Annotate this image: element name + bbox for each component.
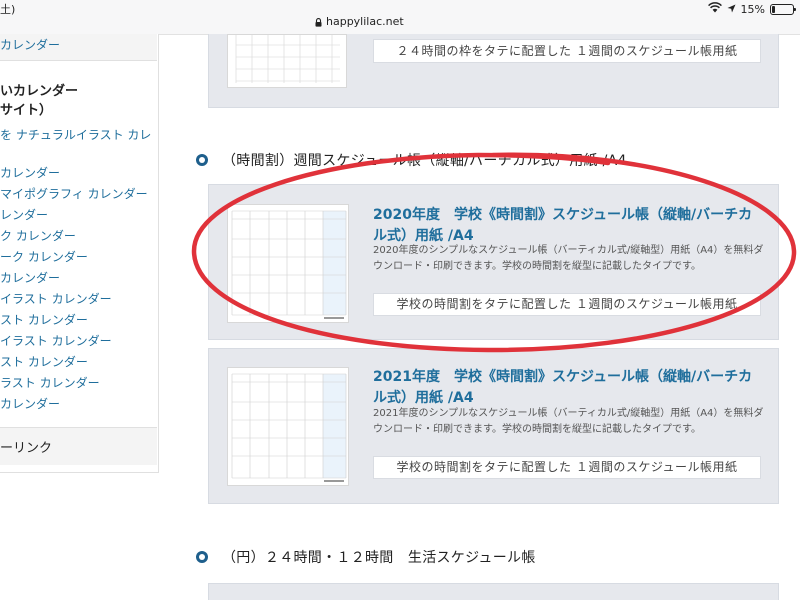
sidebar-link[interactable]: カレンダー [0,268,157,289]
top-card-button-label: ２４時間の枠をタテに配置した １週間のスケジュール帳用紙 [396,44,738,58]
status-indicators: 15% [707,2,796,16]
location-icon [727,3,736,16]
sidebar-link[interactable]: カレンダー [0,163,157,184]
card-thumbnail[interactable] [227,204,349,323]
bottom-card[interactable] [208,583,779,600]
sidebar-link[interactable]: イラスト カレンダー [0,289,157,310]
bullet-icon [196,154,208,166]
card-description: 2021年度のシンプルなスケジュール帳（バーティカル式/縦軸型）用紙（A4）を無… [373,408,764,435]
sidebar-link[interactable]: イラスト カレンダー [0,331,157,352]
sidebar-link-list: を ナチュラルイラスト カレ カレンダー マイポグラフィ カレンダー レンダー … [0,125,157,415]
top-card-thumbnail[interactable] [227,34,347,88]
sidebar-link[interactable]: スト カレンダー [0,352,157,373]
card-button[interactable]: 学校の時間割をタテに配置した １週間のスケジュール帳用紙 [373,293,761,316]
card-thumbnail[interactable] [227,367,349,486]
top-card-button[interactable]: ２４時間の枠をタテに配置した １週間のスケジュール帳用紙 [373,39,761,63]
section-title: （時間割）週間スケジュール帳（縦軸/バーチカル式）用紙 /A4 [222,153,627,169]
sidebar-link[interactable]: ラスト カレンダー [0,373,157,394]
sidebar-link[interactable]: レンダー [0,205,157,226]
status-bar: 土) happylilac.net 15% [0,0,800,35]
card-button[interactable]: 学校の時間割をタテに配置した １週間のスケジュール帳用紙 [373,456,761,479]
sidebar-link[interactable]: マイポグラフィ カレンダー [0,184,157,205]
schedule-card-2020[interactable]: 2020年度 学校《時間割》スケジュール帳（縦軸/バーチカル式）用紙 /A4 2… [208,184,779,340]
sidebar-bottom-label: ーリンク [0,441,53,456]
sidebar-link[interactable]: スト カレンダー [0,310,157,331]
sidebar-bottom-section: ーリンク [0,427,157,465]
sidebar-heading: いカレンダー サイト） [0,84,79,118]
sidebar-link[interactable]: を ナチュラルイラスト カレ [0,125,157,146]
url-text: happylilac.net [326,15,404,28]
sidebar-link[interactable]: ク カレンダー [0,226,157,247]
section-circle-schedule: （円）２４時間・１２時間 生活スケジュール帳 [196,547,536,567]
battery-icon [770,3,796,15]
card-button-label: 学校の時間割をタテに配置した １週間のスケジュール帳用紙 [396,297,738,311]
section-vertical-schedule: （時間割）週間スケジュール帳（縦軸/バーチカル式）用紙 /A4 [196,150,627,170]
card-title-link[interactable]: 2021年度 学校《時間割》スケジュール帳（縦軸/バーチカル式）用紙 /A4 [373,367,765,409]
card-button-label: 学校の時間割をタテに配置した １週間のスケジュール帳用紙 [396,460,738,474]
card-description: 2020年度のシンプルなスケジュール帳（バーティカル式/縦軸型）用紙（A4）を無… [373,245,764,272]
top-card[interactable]: ２４時間の枠をタテに配置した １週間のスケジュール帳用紙 [208,34,779,108]
battery-fill [772,5,775,13]
sidebar-top-item[interactable]: カレンダー [0,34,157,61]
sidebar-link[interactable]: カレンダー [0,394,157,415]
status-time: 土) [0,3,16,16]
battery-percent: 15% [740,2,765,16]
schedule-card-2021[interactable]: 2021年度 学校《時間割》スケジュール帳（縦軸/バーチカル式）用紙 /A4 2… [208,348,779,504]
bullet-icon [196,551,208,563]
address-bar[interactable]: happylilac.net [315,15,404,28]
sidebar-link[interactable]: ーク カレンダー [0,247,157,268]
card-title-link[interactable]: 2020年度 学校《時間割》スケジュール帳（縦軸/バーチカル式）用紙 /A4 [373,205,765,247]
sidebar-top-link[interactable]: カレンダー [0,36,60,53]
sidebar: カレンダー いカレンダー サイト） を ナチュラルイラスト カレ カレンダー マ… [0,34,159,473]
lock-icon [315,17,322,27]
wifi-icon [707,2,722,16]
section-title: （円）２４時間・１２時間 生活スケジュール帳 [222,550,536,566]
